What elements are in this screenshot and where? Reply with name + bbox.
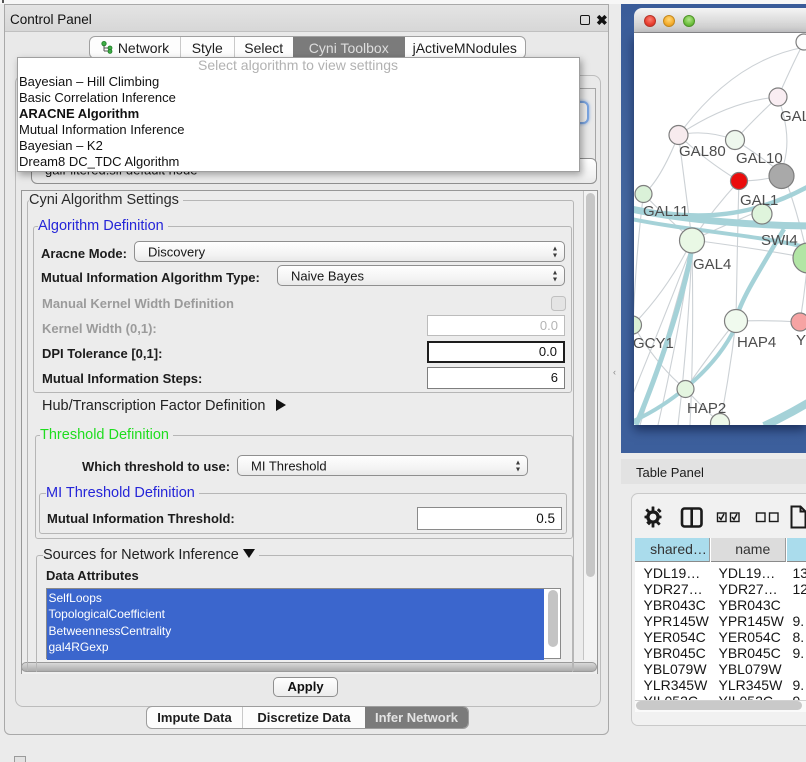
- svg-text:HAP2: HAP2: [687, 400, 726, 417]
- svg-text:GCY1: GCY1: [634, 335, 674, 352]
- svg-text:SWI4: SWI4: [761, 232, 798, 249]
- svg-text:GAL10: GAL10: [736, 150, 783, 167]
- svg-text:GAL80: GAL80: [679, 143, 726, 160]
- svg-text:GAL1: GAL1: [740, 192, 778, 209]
- svg-text:YJ: YJ: [796, 332, 806, 349]
- svg-text:HAP4: HAP4: [737, 334, 776, 351]
- svg-text:GAL4: GAL4: [693, 256, 731, 273]
- svg-text:GAL7: GAL7: [780, 108, 806, 125]
- svg-text:GAL11: GAL11: [643, 203, 689, 220]
